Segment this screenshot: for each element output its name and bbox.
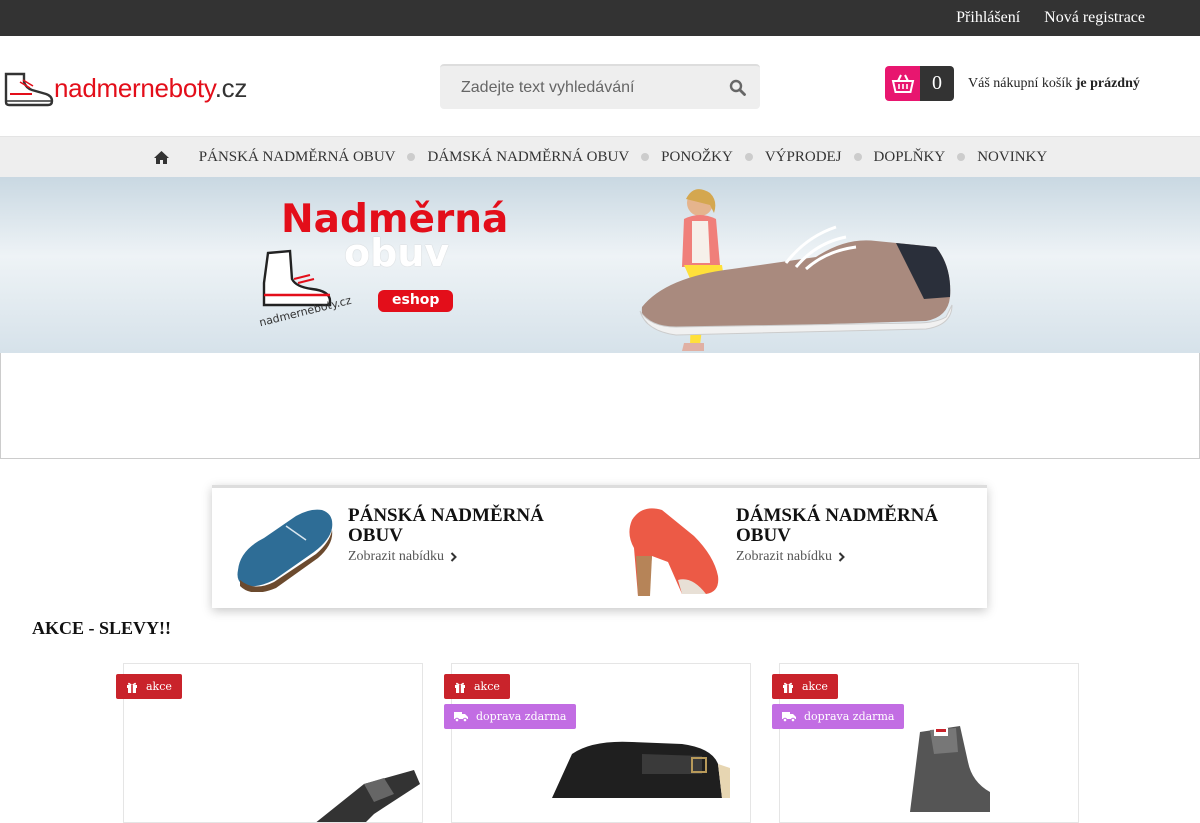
nav-item-new[interactable]: NOVINKY — [977, 149, 1047, 166]
nav-separator — [957, 153, 966, 161]
chevron-right-icon — [450, 552, 457, 562]
nav-separator — [853, 153, 862, 161]
login-link[interactable]: Přihlášení — [956, 9, 1020, 27]
basket-icon[interactable] — [885, 66, 920, 101]
sale-badge: akce — [116, 674, 182, 699]
banner-subtitle: obuv — [344, 231, 450, 275]
search-icon[interactable] — [729, 79, 746, 96]
sale-badge: akce — [444, 674, 510, 699]
nav-item-socks[interactable]: PONOŽKY — [661, 149, 733, 166]
category-panel: PÁNSKÁ NADMĚRNÁ OBUV Zobrazit nabídku DÁ… — [212, 485, 987, 608]
free-shipping-badge: doprava zdarma — [444, 704, 577, 729]
truck-icon — [782, 712, 796, 722]
home-icon[interactable] — [153, 150, 170, 165]
search-input[interactable] — [461, 78, 701, 97]
product-image — [910, 726, 990, 812]
category-title[interactable]: PÁNSKÁ NADMĚRNÁ OBUV — [348, 506, 558, 546]
register-link[interactable]: Nová registrace — [1044, 9, 1145, 27]
womens-shoe-image — [629, 508, 719, 596]
nav-item-accessories[interactable]: DOPLŇKY — [874, 149, 946, 166]
nav-item-sale[interactable]: VÝPRODEJ — [765, 149, 842, 166]
nav-separator — [744, 153, 753, 161]
nav-item-womens[interactable]: DÁMSKÁ NADMĚRNÁ OBUV — [427, 149, 629, 166]
header: nadmerneboty.cz 0 Váš nákupní košík je p… — [0, 36, 1200, 136]
cart-status: Váš nákupní košík je prázdný — [968, 75, 1140, 91]
free-shipping-badge: doprava zdarma — [772, 704, 905, 729]
product-image — [552, 741, 730, 798]
banner-eshop-badge: eshop — [378, 290, 454, 312]
nav-item-mens[interactable]: PÁNSKÁ NADMĚRNÁ OBUV — [199, 149, 396, 166]
gift-icon — [783, 682, 793, 693]
chevron-right-icon — [838, 552, 845, 562]
content-placeholder — [0, 353, 1200, 459]
category-title[interactable]: DÁMSKÁ NADMĚRNÁ OBUV — [736, 506, 946, 546]
gift-icon — [455, 682, 465, 693]
hero-banner[interactable]: Nadměrná obuv eshop nadmerneboty.cz — [0, 177, 1200, 353]
top-bar: Přihlášení Nová registrace — [0, 0, 1200, 36]
logo-text: nadmerneboty.cz — [54, 72, 248, 103]
nav-separator — [407, 153, 416, 161]
logo[interactable]: nadmerneboty.cz — [2, 68, 247, 108]
nav-separator — [641, 153, 650, 161]
gift-icon — [127, 682, 137, 693]
sale-badge: akce — [772, 674, 838, 699]
category-womens[interactable]: DÁMSKÁ NADMĚRNÁ OBUV Zobrazit nabídku — [622, 500, 946, 600]
category-link[interactable]: Zobrazit nabídku — [736, 549, 946, 565]
mens-shoe-image — [237, 509, 333, 592]
shoe-logo-icon — [4, 72, 54, 107]
cart-widget[interactable]: 0 Váš nákupní košík je prázdný — [885, 66, 1140, 101]
product-image — [316, 770, 420, 822]
category-mens[interactable]: PÁNSKÁ NADMĚRNÁ OBUV Zobrazit nabídku — [234, 500, 558, 592]
cart-count[interactable]: 0 — [920, 66, 954, 101]
section-title: AKCE - SLEVY!! — [32, 618, 172, 638]
truck-icon — [454, 712, 468, 722]
search-box — [440, 64, 760, 109]
main-nav: PÁNSKÁ NADMĚRNÁ OBUV DÁMSKÁ NADMĚRNÁ OBU… — [0, 136, 1200, 177]
banner-shoe-image — [639, 225, 953, 336]
category-link[interactable]: Zobrazit nabídku — [348, 549, 558, 565]
